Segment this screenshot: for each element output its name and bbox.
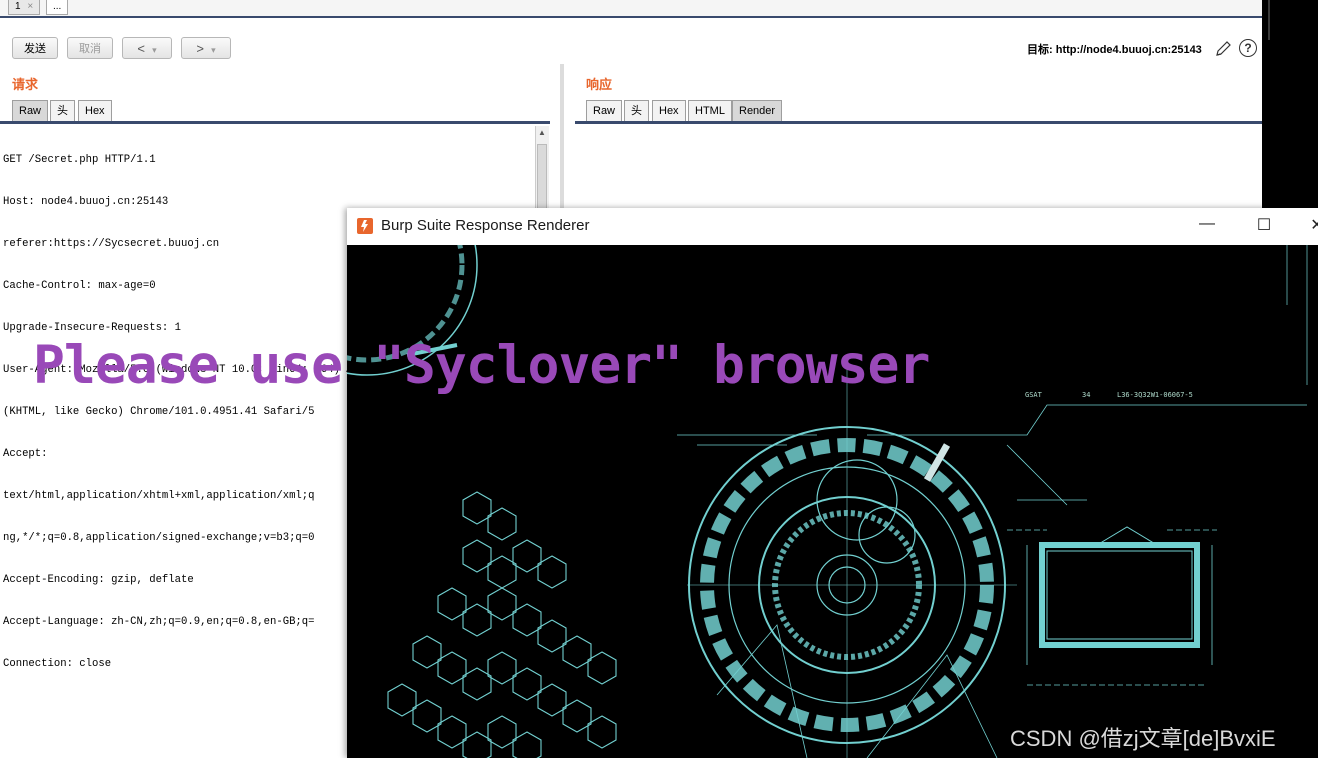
chevron-down-icon: ▾ xyxy=(211,45,216,55)
syclover-message: Please use "Syclover" browser xyxy=(33,335,930,396)
back-arrow-icon: < xyxy=(137,41,145,56)
csdn-watermark: CSDN @借zj文章[de]BvxiE xyxy=(1010,726,1276,751)
response-tab-headers[interactable]: 头 xyxy=(624,100,649,121)
rendered-page: GSAT 34 L36-3Q32W1-06067-5 xyxy=(347,245,1318,758)
scroll-thumb[interactable] xyxy=(537,144,547,210)
request-tab-raw[interactable]: Raw xyxy=(12,100,49,121)
target-prefix: 目标: xyxy=(1027,44,1053,56)
hud-label-34: 34 xyxy=(1082,391,1090,399)
request-tab-headers[interactable]: 头 xyxy=(50,100,75,121)
forward-button[interactable]: > ▾ xyxy=(181,37,231,59)
target-label: 目标: http://node4.buuoj.cn:25143 xyxy=(1027,41,1202,57)
request-tab-underline xyxy=(0,121,550,124)
cancel-button[interactable]: 取消 xyxy=(67,37,113,59)
response-tab-raw[interactable]: Raw xyxy=(586,100,623,121)
request-title: 请求 xyxy=(12,77,39,92)
renderer-title: Burp Suite Response Renderer xyxy=(381,217,590,234)
forward-arrow-icon: > xyxy=(196,41,204,56)
response-renderer-window: Burp Suite Response Renderer — ☐ ✕ GSAT … xyxy=(347,208,1318,758)
request-scrollbar[interactable]: ▲ xyxy=(535,126,549,210)
request-line: Host: node4.buuoj.cn:25143 xyxy=(3,196,169,208)
chevron-down-icon: ▾ xyxy=(152,45,157,55)
strip-divider xyxy=(1268,0,1270,40)
hud-label-code: L36-3Q32W1-06067-5 xyxy=(1117,391,1193,399)
burp-logo-icon xyxy=(357,218,373,234)
maximize-icon[interactable]: ☐ xyxy=(1254,215,1274,235)
hud-background-graphic: GSAT 34 L36-3Q32W1-06067-5 xyxy=(347,245,1308,758)
minimize-icon[interactable]: — xyxy=(1197,215,1217,233)
response-tab-render[interactable]: Render xyxy=(732,100,783,121)
edit-target-icon[interactable] xyxy=(1214,40,1232,58)
tab-1-label: 1 xyxy=(15,1,21,12)
background-window-strip xyxy=(1262,0,1318,208)
help-icon[interactable]: ? xyxy=(1239,39,1257,57)
top-tab-strip: 1 × ... xyxy=(0,0,1262,18)
response-tab-hex[interactable]: Hex xyxy=(652,100,686,121)
close-icon[interactable]: ✕ xyxy=(1307,215,1318,235)
hud-label-gsat: GSAT xyxy=(1025,391,1043,399)
tab-1[interactable]: 1 × xyxy=(8,0,41,15)
back-button[interactable]: < ▾ xyxy=(122,37,172,59)
tab-close-icon[interactable]: × xyxy=(27,1,33,12)
request-tab-hex[interactable]: Hex xyxy=(78,100,112,121)
renderer-titlebar[interactable]: Burp Suite Response Renderer — ☐ ✕ xyxy=(347,208,1318,245)
target-url: http://node4.buuoj.cn:25143 xyxy=(1055,44,1202,56)
scroll-up-icon[interactable]: ▲ xyxy=(538,128,546,137)
send-button[interactable]: 发送 xyxy=(12,37,58,59)
request-line: GET /Secret.php HTTP/1.1 xyxy=(3,154,156,166)
response-title: 响应 xyxy=(586,77,613,92)
response-tab-underline xyxy=(575,121,1262,124)
tab-more[interactable]: ... xyxy=(46,0,69,15)
response-tab-html[interactable]: HTML xyxy=(688,100,732,121)
panel-splitter[interactable] xyxy=(560,64,564,214)
